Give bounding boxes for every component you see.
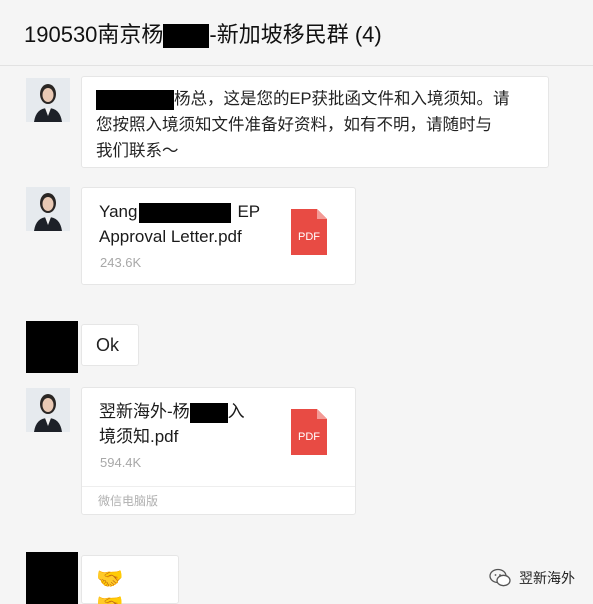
wechat-icon bbox=[489, 568, 511, 587]
message-text: 我们联系～ bbox=[96, 142, 179, 160]
message-line: 杨总，这是您的EP获批函文件和入境须知。请 bbox=[96, 86, 534, 112]
agent-avatar[interactable] bbox=[26, 388, 70, 432]
pdf-icon: PDF bbox=[289, 407, 329, 457]
handshake-emoji: 🤝 🤝 bbox=[96, 566, 130, 604]
chat-title-prefix: 190530南京杨 bbox=[24, 21, 164, 47]
file-name-part: Approval Letter.pdf bbox=[99, 227, 242, 246]
agent-avatar[interactable] bbox=[26, 78, 70, 122]
agent-avatar[interactable] bbox=[26, 187, 70, 231]
watermark: 翌新海外 bbox=[489, 568, 575, 588]
svg-text:PDF: PDF bbox=[298, 431, 320, 443]
message-text: Ok bbox=[96, 335, 120, 355]
file-size: 594.4K bbox=[100, 455, 142, 470]
watermark-text: 翌新海外 bbox=[519, 570, 575, 586]
message-text: 您按照入境须知文件准备好资料，如有不明，请随时与 bbox=[96, 116, 492, 134]
title-redaction bbox=[163, 23, 210, 48]
file-name-part: 入 bbox=[227, 402, 245, 421]
person-photo-icon bbox=[26, 388, 70, 432]
file-name-part: Yang bbox=[99, 202, 138, 221]
chat-header: 190530南京杨 -新加坡移民群 (4) bbox=[0, 0, 593, 66]
file-card[interactable]: 翌新海外-杨 入 境须知.pdf 594.4K PDF 微信电脑版 bbox=[81, 387, 356, 515]
file-name: 翌新海外-杨 入 境须知.pdf bbox=[99, 399, 289, 449]
message-bubble[interactable]: Ok bbox=[81, 324, 139, 366]
person-photo-icon bbox=[26, 187, 70, 231]
chat-title-suffix: -新加坡移民群 (4) bbox=[209, 21, 382, 47]
file-name-part: 翌新海外-杨 bbox=[99, 402, 190, 421]
message-text: 杨总，这是您的EP获批函文件和入境须知。请 bbox=[174, 90, 510, 108]
user-avatar[interactable] bbox=[26, 321, 78, 373]
chat-title[interactable]: 190530南京杨 -新加坡移民群 (4) bbox=[24, 17, 382, 49]
pdf-icon: PDF bbox=[289, 207, 329, 257]
name-redaction bbox=[96, 89, 174, 110]
file-name-redaction bbox=[139, 202, 232, 223]
file-source-footer: 微信电脑版 bbox=[82, 486, 355, 514]
file-name-part: 境须知.pdf bbox=[99, 427, 179, 446]
file-name: Yang EP Approval Letter.pdf bbox=[99, 199, 289, 249]
message-bubble[interactable]: 杨总，这是您的EP获批函文件和入境须知。请 您按照入境须知文件准备好资料，如有不… bbox=[81, 76, 549, 168]
message-bubble[interactable]: 🤝 🤝 bbox=[81, 555, 179, 604]
file-name-redaction bbox=[189, 402, 228, 423]
file-name-part: EP bbox=[237, 202, 261, 221]
svg-text:PDF: PDF bbox=[298, 231, 320, 243]
file-card[interactable]: Yang EP Approval Letter.pdf 243.6K PDF bbox=[81, 187, 356, 285]
user-avatar[interactable] bbox=[26, 552, 78, 604]
person-photo-icon bbox=[26, 78, 70, 122]
file-size: 243.6K bbox=[100, 255, 142, 270]
